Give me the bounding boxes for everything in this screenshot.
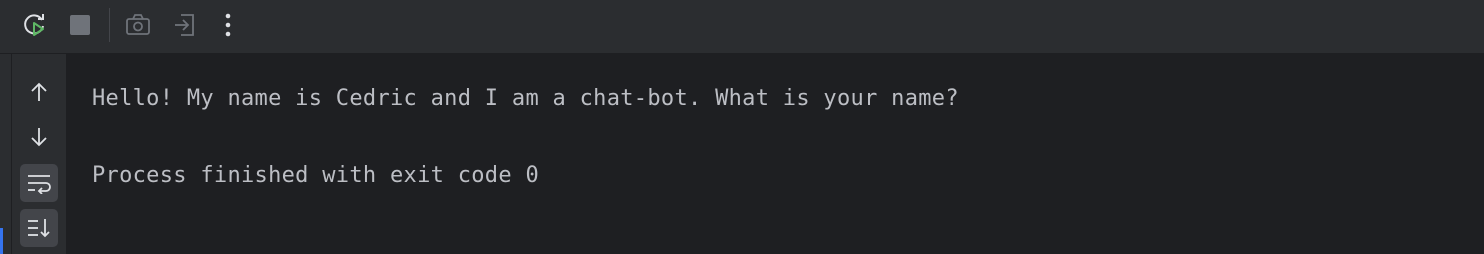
run-toolbar	[0, 0, 1484, 54]
run-tool-window: Hello! My name is Cedric and I am a chat…	[0, 0, 1484, 254]
tool-window-edge	[0, 54, 12, 254]
console-output[interactable]: Hello! My name is Cedric and I am a chat…	[68, 54, 1484, 254]
more-icon	[225, 13, 231, 37]
console-line-exit-status: Process finished with exit code 0	[92, 163, 539, 188]
rerun-icon	[24, 14, 44, 36]
more-options-button[interactable]	[212, 9, 244, 41]
screenshot-button[interactable]	[122, 9, 154, 41]
console-side-toolbar	[12, 54, 67, 254]
scroll-down-icon	[31, 128, 47, 147]
toolbar-separator	[109, 8, 110, 42]
edge-indicator	[0, 228, 3, 254]
scroll-up-icon	[31, 82, 47, 101]
rerun-button[interactable]	[19, 9, 51, 41]
scroll-to-end-icon	[28, 219, 50, 238]
soft-wrap-button[interactable]	[20, 164, 58, 202]
camera-icon	[126, 14, 150, 35]
exit-button[interactable]	[168, 9, 200, 41]
stop-button[interactable]	[64, 9, 96, 41]
scroll-up-button[interactable]	[20, 73, 58, 111]
stop-icon	[70, 15, 90, 35]
scroll-to-end-button[interactable]	[20, 209, 58, 247]
console-line-greeting: Hello! My name is Cedric and I am a chat…	[92, 86, 959, 111]
soft-wrap-icon	[28, 175, 51, 194]
exit-icon	[175, 14, 194, 36]
scroll-down-button[interactable]	[20, 118, 58, 156]
